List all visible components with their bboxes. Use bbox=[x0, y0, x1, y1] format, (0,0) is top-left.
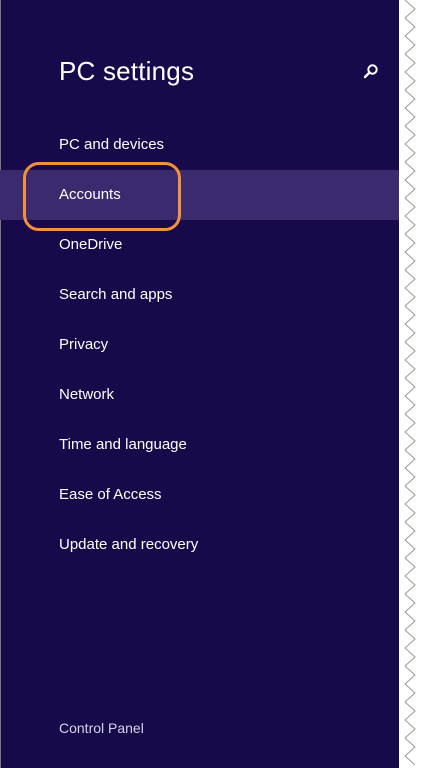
nav-item-label: Network bbox=[59, 386, 115, 403]
torn-edge-decoration bbox=[404, 0, 416, 766]
nav-item-network[interactable]: Network bbox=[0, 370, 399, 420]
nav-item-pc-and-devices[interactable]: PC and devices bbox=[0, 120, 399, 170]
nav-item-onedrive[interactable]: OneDrive bbox=[0, 220, 399, 270]
nav-item-label: Accounts bbox=[59, 186, 121, 203]
nav-item-label: Update and recovery bbox=[59, 536, 199, 553]
nav-item-ease-of-access[interactable]: Ease of Access bbox=[0, 470, 399, 520]
search-button[interactable] bbox=[358, 58, 384, 84]
nav-item-update-and-recovery[interactable]: Update and recovery bbox=[0, 520, 399, 570]
page-title: PC settings bbox=[59, 56, 195, 86]
screenshot-canvas: PC settings PC and devices Accounts OneD… bbox=[0, 0, 427, 768]
search-icon bbox=[363, 64, 378, 79]
settings-nav-list: PC and devices Accounts OneDrive Search … bbox=[0, 120, 399, 570]
nav-item-search-and-apps[interactable]: Search and apps bbox=[0, 270, 399, 320]
pc-settings-pane: PC settings PC and devices Accounts OneD… bbox=[0, 0, 399, 768]
control-panel-link[interactable]: Control Panel bbox=[59, 718, 144, 738]
nav-item-label: PC and devices bbox=[59, 136, 165, 153]
nav-item-label: Time and language bbox=[59, 436, 187, 453]
nav-item-time-and-language[interactable]: Time and language bbox=[0, 420, 399, 470]
nav-item-label: Ease of Access bbox=[59, 486, 162, 503]
nav-item-label: OneDrive bbox=[59, 236, 123, 253]
nav-item-label: Privacy bbox=[59, 336, 109, 353]
nav-item-accounts[interactable]: Accounts bbox=[0, 170, 399, 220]
nav-item-privacy[interactable]: Privacy bbox=[0, 320, 399, 370]
nav-item-label: Search and apps bbox=[59, 286, 173, 303]
